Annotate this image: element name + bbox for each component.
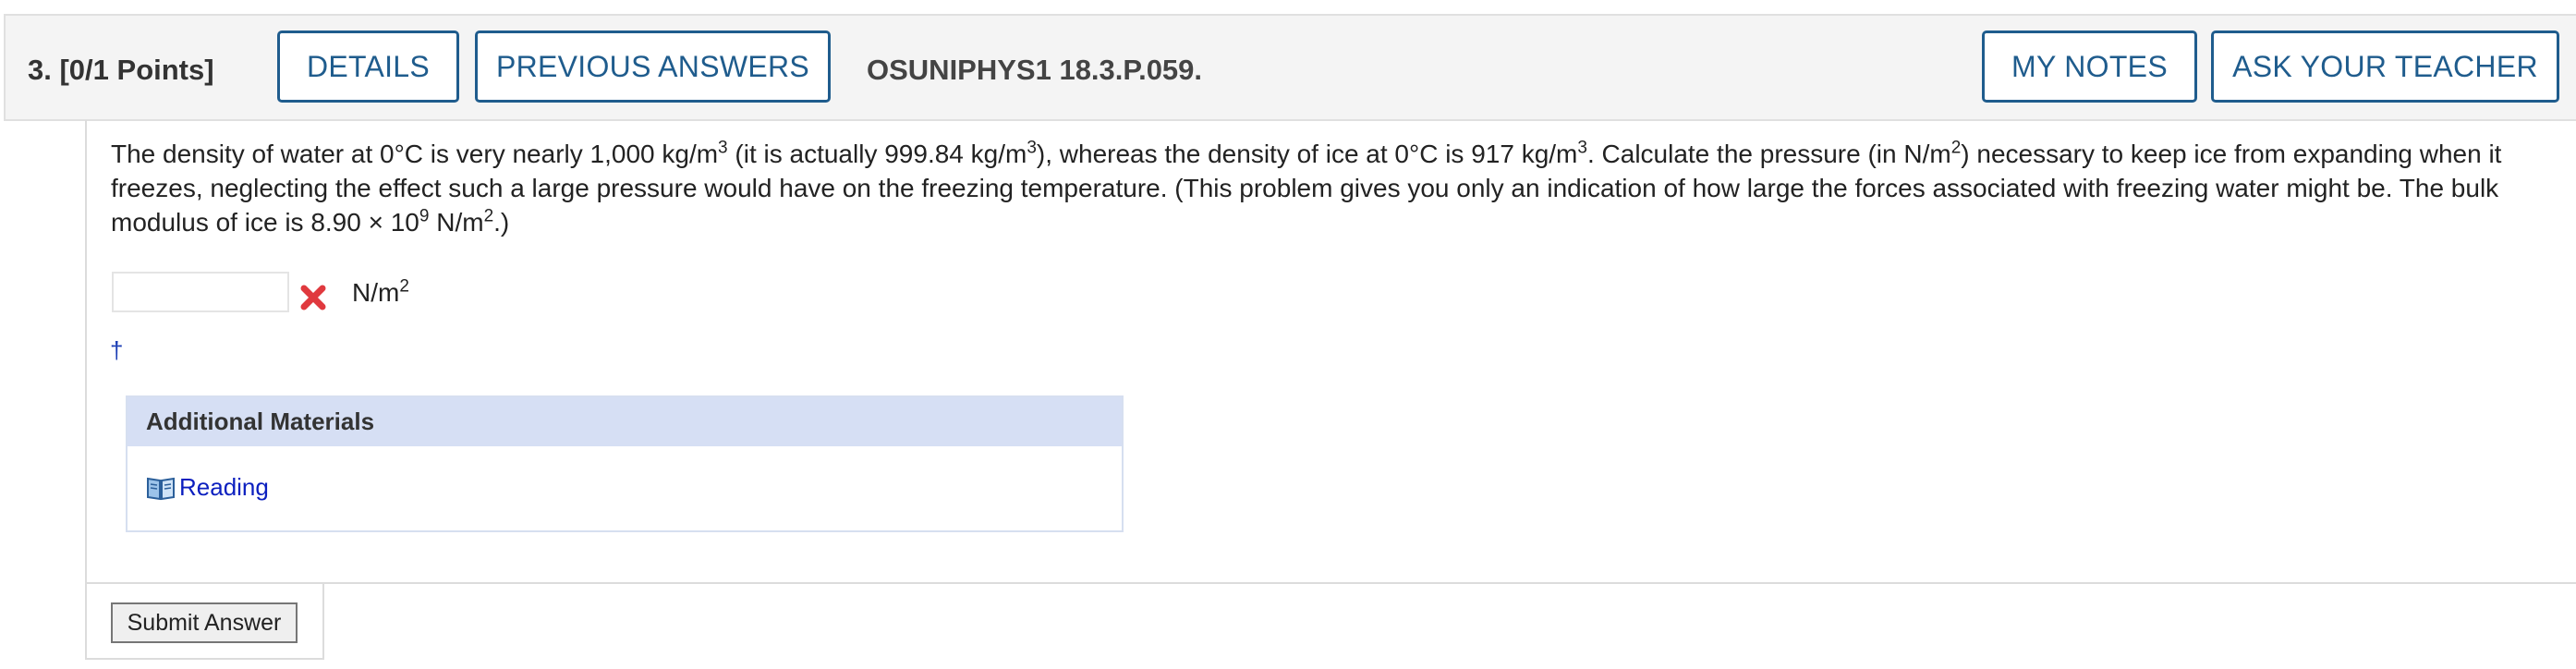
ask-your-teacher-button[interactable]: ASK YOUR TEACHER — [2211, 30, 2559, 103]
problem-code: OSUNIPHYS1 18.3.P.059. — [867, 54, 1203, 86]
answer-row: N/m2 — [112, 272, 666, 316]
book-icon — [147, 477, 175, 500]
reading-link-row[interactable]: Reading — [146, 473, 269, 502]
x-mark-icon — [300, 285, 326, 310]
question-number-label: 3. — [28, 54, 52, 86]
points-label: [0/1 Points] — [59, 54, 214, 86]
question-text: The density of water at 0°C is very near… — [111, 138, 2502, 237]
previous-answers-button[interactable]: PREVIOUS ANSWERS — [475, 30, 831, 103]
details-button[interactable]: DETAILS — [277, 30, 459, 103]
answer-unit: N/m2 — [352, 276, 409, 307]
dagger-marker: † — [110, 336, 124, 364]
answer-input[interactable] — [112, 272, 289, 312]
additional-materials-title: Additional Materials — [128, 397, 1122, 446]
question-number: 3. [0/1 Points] — [28, 54, 214, 87]
reading-link[interactable]: Reading — [179, 473, 269, 502]
additional-materials: Additional Materials Reading — [126, 395, 1124, 532]
my-notes-button[interactable]: MY NOTES — [1982, 30, 2197, 103]
submit-answer-button[interactable]: Submit Answer — [111, 602, 298, 643]
